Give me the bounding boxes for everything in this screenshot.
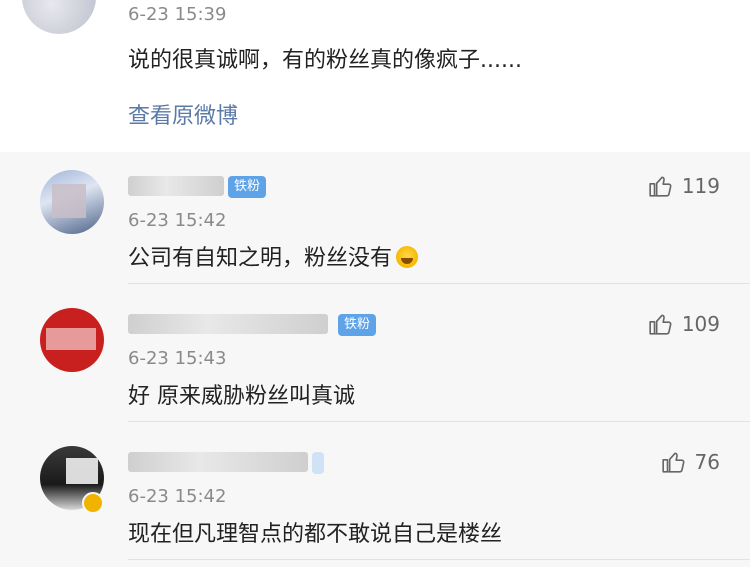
like-count: 119 — [681, 174, 720, 198]
comment-item: 铁粉 109 6-23 15:43 好 原来威胁粉丝叫真诚 — [0, 290, 750, 422]
username-blurred[interactable] — [128, 452, 308, 472]
comment-list: 铁粉 119 6-23 15:42 公司有自知之明，粉丝没有 铁粉 109 6-… — [0, 152, 750, 567]
fan-badge: 铁粉 — [228, 176, 267, 198]
like-count: 109 — [681, 312, 720, 336]
like-button[interactable]: 119 — [648, 172, 720, 200]
divider — [128, 421, 750, 422]
thumbs-up-icon — [649, 176, 672, 197]
comment-item: 铁粉 119 6-23 15:42 公司有自知之明，粉丝没有 — [0, 152, 750, 284]
comment-timestamp: 6-23 15:43 — [128, 348, 227, 369]
thumbs-up-icon — [649, 314, 672, 335]
username-blurred[interactable] — [128, 176, 224, 196]
fan-badge: 铁粉 — [338, 314, 377, 336]
comment-item: 76 6-23 15:42 现在但凡理智点的都不敢说自己是楼丝 — [0, 428, 750, 560]
comment-body: 现在但凡理智点的都不敢说自己是楼丝 — [128, 522, 503, 547]
avatar[interactable] — [40, 170, 104, 234]
post-text: 说的很真诚啊，有的粉丝真的像疯子...... — [128, 48, 522, 73]
view-original-link[interactable]: 查看原微博 — [128, 98, 238, 130]
avatar[interactable] — [40, 308, 104, 372]
like-count: 76 — [694, 450, 720, 474]
avatar-blur — [52, 184, 86, 218]
fan-badge-blurred — [312, 452, 324, 474]
divider — [128, 559, 750, 560]
comment-text: 公司有自知之明，粉丝没有 — [128, 240, 419, 272]
like-button[interactable]: 76 — [661, 448, 720, 476]
original-post: 6-23 15:39 说的很真诚啊，有的粉丝真的像疯子...... 查看原微博 — [0, 0, 750, 152]
poster-avatar[interactable] — [22, 0, 96, 34]
laughing-crying-emoji-icon — [396, 246, 419, 268]
comment-body: 公司有自知之明，粉丝没有 — [128, 246, 393, 271]
like-button[interactable]: 109 — [648, 310, 720, 338]
avatar-blur — [46, 328, 96, 350]
comment-timestamp: 6-23 15:42 — [128, 486, 227, 507]
verified-badge-icon — [82, 492, 104, 514]
comment-body: 好 原来威胁粉丝叫真诚 — [128, 384, 355, 409]
thumbs-up-icon — [661, 452, 685, 473]
post-timestamp: 6-23 15:39 — [128, 4, 227, 25]
comment-timestamp: 6-23 15:42 — [128, 210, 227, 231]
divider — [128, 283, 750, 284]
avatar-blur — [66, 458, 98, 484]
username-blurred[interactable] — [128, 314, 328, 334]
